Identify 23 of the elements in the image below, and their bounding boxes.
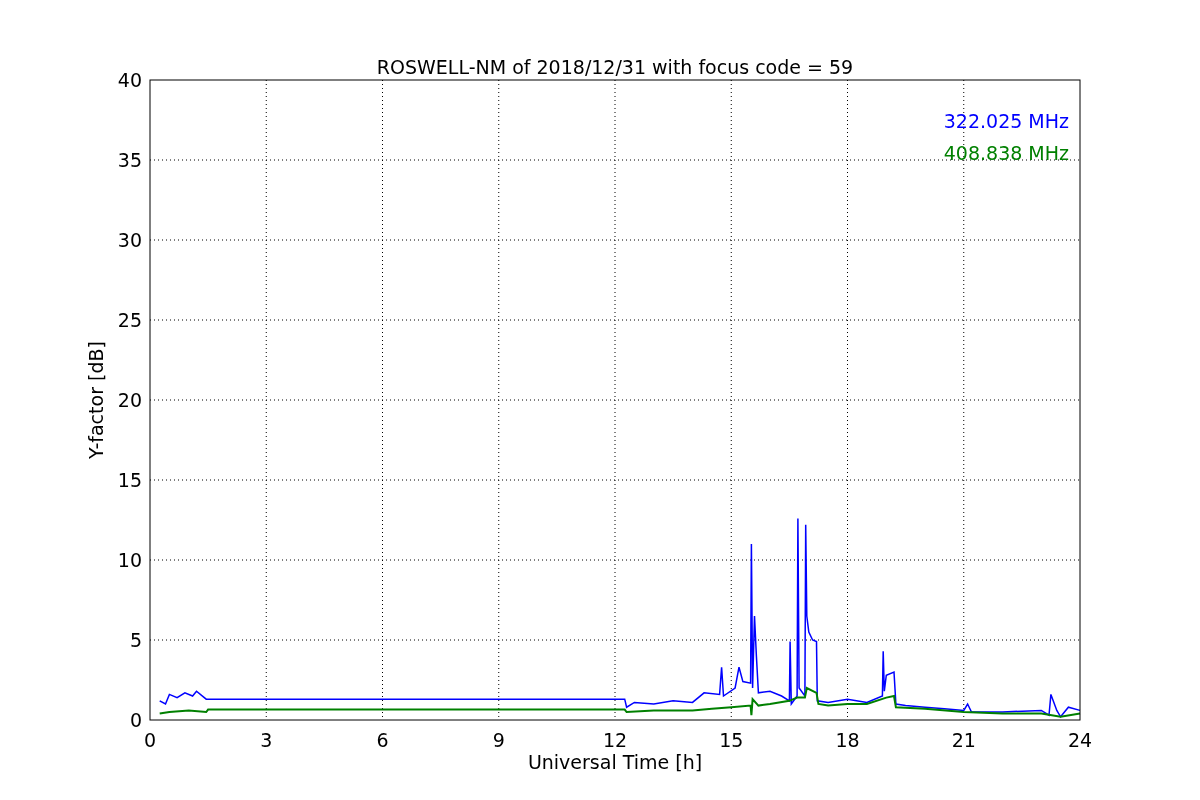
y-axis-label: Y-factor [dB]: [85, 341, 107, 459]
x-tick-label: 24: [1067, 729, 1093, 751]
x-tick-label: 6: [376, 729, 389, 751]
chart-title: ROSWELL-NM of 2018/12/31 with focus code = 59: [376, 56, 854, 78]
x-tick-label: 12: [602, 729, 628, 751]
y-tick-label: 15: [117, 469, 142, 491]
x-tick-label: 21: [951, 729, 976, 751]
x-tick-label: 18: [835, 729, 860, 751]
series-label: 322.025 MHz: [943, 110, 1069, 132]
y-tick-label: 0: [129, 709, 142, 731]
y-tick-label: 40: [117, 69, 142, 91]
x-tick-label: 9: [492, 729, 505, 751]
y-tick-label: 10: [117, 549, 142, 571]
x-tick-label: 3: [260, 729, 273, 751]
y-tick-label: 20: [117, 389, 142, 411]
x-tick-label: 0: [143, 729, 157, 751]
y-tick-label: 30: [117, 229, 142, 251]
y-tick-label: 35: [117, 149, 142, 171]
x-axis-label: Universal Time [h]: [527, 751, 703, 773]
series-label: 408.838 MHz: [943, 142, 1069, 164]
y-tick-label: 5: [129, 629, 142, 651]
x-tick-label: 15: [719, 729, 744, 751]
y-tick-label: 25: [117, 309, 142, 331]
